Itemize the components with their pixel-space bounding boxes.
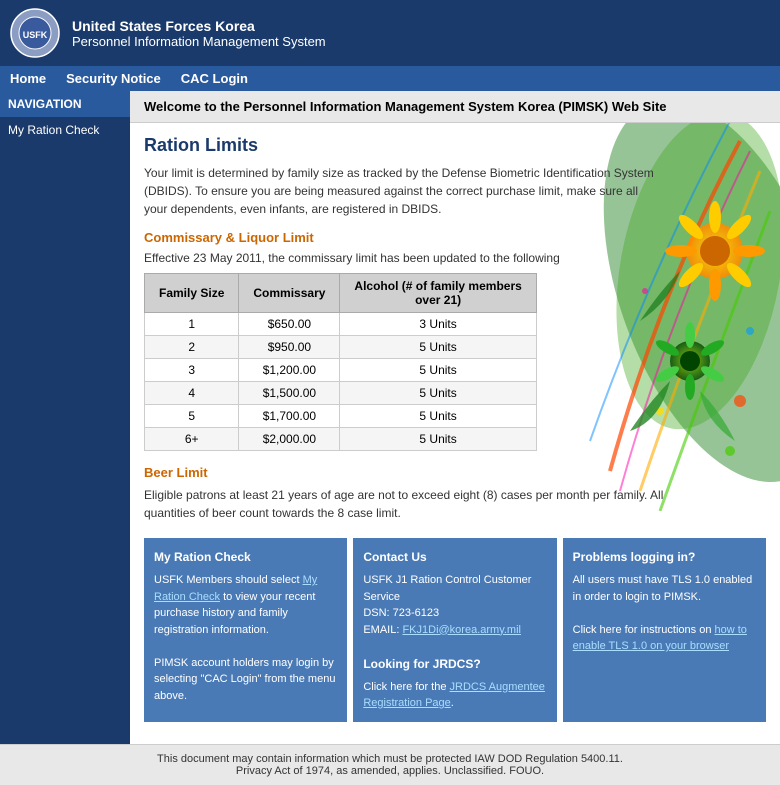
- nav-home[interactable]: Home: [10, 71, 46, 86]
- table-cell: $1,500.00: [239, 382, 340, 405]
- header: USFK United States Forces Korea Personne…: [0, 0, 780, 66]
- jrdcs-text: Click here for the JRDCS Augmentee Regis…: [363, 679, 546, 712]
- table-row: 5$1,700.005 Units: [145, 405, 537, 428]
- contact-dsn: DSN: 723-6123: [363, 605, 546, 622]
- jrdcs-link[interactable]: JRDCS Augmentee Registration Page: [363, 681, 545, 710]
- table-row: 6+$2,000.005 Units: [145, 428, 537, 451]
- table-row: 4$1,500.005 Units: [145, 382, 537, 405]
- commissary-title: Commissary & Liquor Limit: [144, 230, 766, 245]
- contact-email: EMAIL: FKJ1Di@korea.army.mil: [363, 622, 546, 639]
- table-cell: 6+: [145, 428, 239, 451]
- table-cell: 3: [145, 359, 239, 382]
- tls-link[interactable]: how to enable TLS 1.0 on your browser: [573, 624, 747, 653]
- info-box-contact: Contact Us USFK J1 Ration Control Custom…: [353, 538, 556, 722]
- table-row: 1$650.003 Units: [145, 313, 537, 336]
- footer-line1: This document may contain information wh…: [10, 753, 770, 765]
- info-box-login-title: Problems logging in?: [573, 548, 756, 566]
- my-ration-check-link[interactable]: My Ration Check: [154, 574, 317, 603]
- table-cell: $950.00: [239, 336, 340, 359]
- logo: USFK: [10, 8, 60, 58]
- table-cell: 5 Units: [340, 405, 536, 428]
- header-text: United States Forces Korea Personnel Inf…: [72, 18, 326, 49]
- ration-limits-title: Ration Limits: [144, 135, 766, 156]
- table-cell: 5 Units: [340, 428, 536, 451]
- beer-text: Eligible patrons at least 21 years of ag…: [144, 486, 664, 522]
- ration-intro: Your limit is determined by family size …: [144, 164, 664, 218]
- table-cell: 1: [145, 313, 239, 336]
- nav-security-notice[interactable]: Security Notice: [66, 71, 161, 86]
- sidebar-nav-title: NAVIGATION: [0, 91, 130, 117]
- info-box-contact-title: Contact Us: [363, 548, 546, 566]
- table-row: 3$1,200.005 Units: [145, 359, 537, 382]
- login-text2: Click here for instructions on how to en…: [573, 622, 756, 655]
- nav-cac-login[interactable]: CAC Login: [181, 71, 248, 86]
- svg-text:USFK: USFK: [23, 30, 48, 40]
- beer-limit-title: Beer Limit: [144, 465, 766, 480]
- table-cell: 5 Units: [340, 359, 536, 382]
- table-cell: $1,700.00: [239, 405, 340, 428]
- footer-line2: Privacy Act of 1974, as amended, applies…: [10, 765, 770, 777]
- contact-email-link[interactable]: FKJ1Di@korea.army.mil: [402, 624, 521, 636]
- info-box-login: Problems logging in? All users must have…: [563, 538, 766, 722]
- table-header-alcohol: Alcohol (# of family membersover 21): [340, 274, 536, 313]
- content-area: Welcome to the Personnel Information Man…: [130, 91, 780, 744]
- sidebar-item-my-ration-check[interactable]: My Ration Check: [0, 117, 130, 143]
- table-row: 2$950.005 Units: [145, 336, 537, 359]
- table-cell: 5: [145, 405, 239, 428]
- header-line1: United States Forces Korea: [72, 18, 326, 34]
- table-cell: 3 Units: [340, 313, 536, 336]
- footer: This document may contain information wh…: [0, 744, 780, 785]
- main-layout: NAVIGATION My Ration Check: [0, 91, 780, 744]
- content-inner: Welcome to the Personnel Information Man…: [130, 91, 780, 744]
- effective-text: Effective 23 May 2011, the commissary li…: [144, 251, 766, 265]
- table-cell: 4: [145, 382, 239, 405]
- login-text1: All users must have TLS 1.0 enabled in o…: [573, 572, 756, 605]
- navbar: Home Security Notice CAC Login: [0, 66, 780, 91]
- page-title: Welcome to the Personnel Information Man…: [130, 91, 780, 123]
- ration-table: Family Size Commissary Alcohol (# of fam…: [144, 273, 537, 451]
- contact-service: USFK J1 Ration Control Customer Service: [363, 572, 546, 605]
- table-header-commissary: Commissary: [239, 274, 340, 313]
- info-box-ration-title: My Ration Check: [154, 548, 337, 566]
- table-header-family-size: Family Size: [145, 274, 239, 313]
- table-cell: $2,000.00: [239, 428, 340, 451]
- info-box-ration-text: USFK Members should select My Ration Che…: [154, 572, 337, 638]
- info-box-ration-check: My Ration Check USFK Members should sele…: [144, 538, 347, 722]
- table-cell: $1,200.00: [239, 359, 340, 382]
- table-cell: $650.00: [239, 313, 340, 336]
- table-cell: 5 Units: [340, 382, 536, 405]
- info-box-ration-text2: PIMSK account holders may login by selec…: [154, 655, 337, 705]
- header-line2: Personnel Information Management System: [72, 34, 326, 49]
- table-cell: 5 Units: [340, 336, 536, 359]
- info-boxes: My Ration Check USFK Members should sele…: [144, 538, 766, 722]
- jrdcs-title: Looking for JRDCS?: [363, 655, 546, 673]
- table-cell: 2: [145, 336, 239, 359]
- content-body: Ration Limits Your limit is determined b…: [130, 123, 780, 744]
- sidebar: NAVIGATION My Ration Check: [0, 91, 130, 744]
